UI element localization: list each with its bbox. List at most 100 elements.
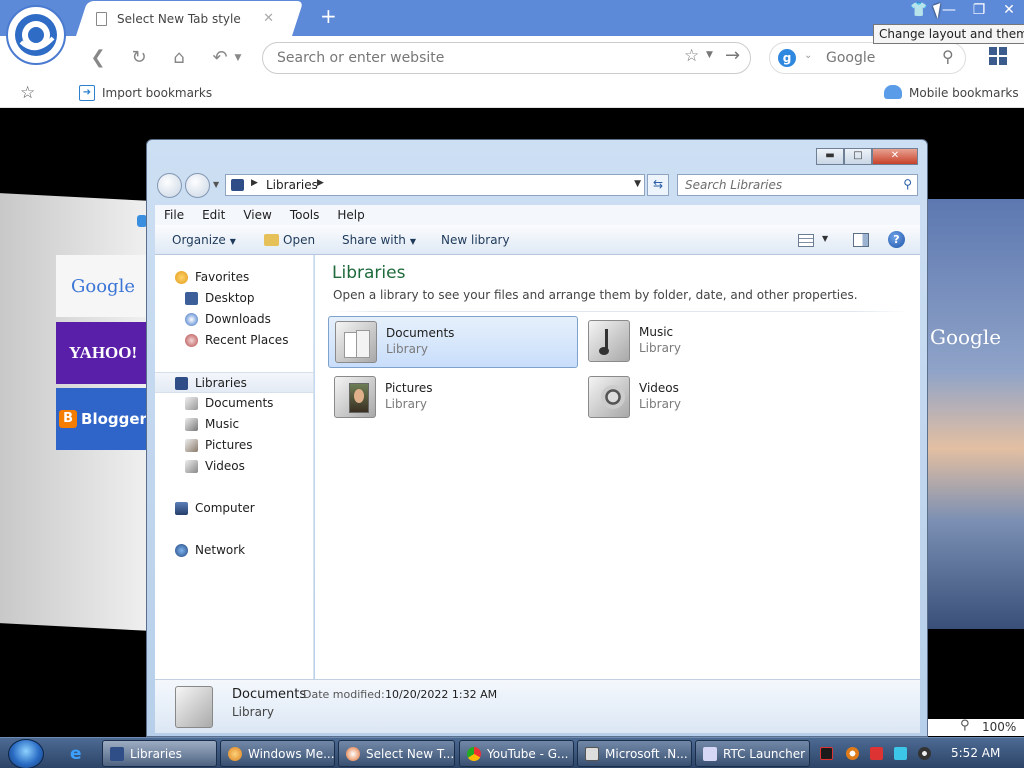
task-youtube[interactable]: YouTube - G... [459,740,574,767]
page-description: Open a library to see your files and arr… [333,288,858,302]
nav-computer[interactable]: Computer [155,498,313,519]
library-item-pictures[interactable]: Pictures Library [328,372,578,424]
go-arrow-icon[interactable]: → [725,45,740,66]
change-view-icon[interactable] [798,234,814,247]
import-bookmarks-link[interactable]: Import bookmarks [102,86,212,100]
mobile-bookmarks-link[interactable]: Mobile bookmarks [909,86,1019,100]
nav-documents[interactable]: Documents [155,393,313,414]
browser-logo[interactable] [6,5,66,65]
tray-app-icon[interactable] [820,747,833,760]
view-dropdown-icon[interactable]: ▼ [822,234,828,243]
forward-button[interactable] [185,173,210,198]
refresh-button[interactable]: ⇆ [647,174,669,196]
command-bar: Organize ▼ Open Share with ▼ New library ▼… [155,225,920,255]
chevron-down-icon: ▼ [409,237,417,246]
libraries-icon [231,179,244,191]
close-button[interactable]: ✕ [1000,2,1018,18]
explorer-search-box[interactable]: ⚲ [677,174,918,196]
bookmark-star-icon[interactable]: ☆ [684,46,699,66]
new-tab-button[interactable]: + [320,4,337,28]
nav-label: Network [195,543,246,557]
library-item-music[interactable]: Music Library [582,316,832,368]
search-bar[interactable]: g ⌄ ⚲ [769,42,966,74]
nav-favorites[interactable]: Favorites [155,267,313,288]
library-item-videos[interactable]: Videos Library [582,372,832,424]
reload-icon[interactable]: ↻ [127,46,151,70]
search-input[interactable] [826,43,936,73]
nav-music[interactable]: Music [155,414,313,435]
task-libraries[interactable]: Libraries [102,740,217,767]
share-with-button[interactable]: Share with ▼ [342,233,416,247]
search-icon[interactable]: ⚲ [942,47,954,66]
undo-dropdown-icon[interactable]: ▼ [226,46,250,70]
nav-pictures[interactable]: Pictures [155,435,313,456]
back-button[interactable] [157,173,182,198]
new-library-button[interactable]: New library [441,233,510,247]
chrome-icon [467,747,481,761]
speed-dial-yahoo[interactable]: YAHOO! [56,322,150,384]
speed-dial-blogger[interactable]: B Blogger [56,388,150,450]
browser-tab[interactable]: Select New Tab style ✕ [96,1,286,36]
path-arrow-icon[interactable]: ▶ [251,178,258,188]
nav-label: Recent Places [205,333,289,347]
open-button[interactable]: Open [283,233,315,247]
path-dropdown-icon[interactable]: ▼ [634,179,641,189]
task-select-new-tab[interactable]: Select New T... [338,740,455,767]
search-icon[interactable]: ⚲ [903,177,912,191]
restore-button[interactable]: ❐ [970,2,988,18]
task-rtc-launcher[interactable]: RTC Launcher [695,740,810,767]
tray-display-icon[interactable] [894,747,907,760]
breadcrumb-libraries[interactable]: Libraries [266,178,318,192]
back-icon[interactable]: ❮ [86,46,110,70]
zoom-indicator[interactable]: ⚲ 100% [926,718,1024,736]
start-button[interactable] [8,739,44,768]
home-icon[interactable]: ⌂ [167,46,191,70]
bookmark-dropdown-icon[interactable]: ▼ [706,50,713,60]
task-windows-media[interactable]: Windows Me... [220,740,335,767]
explorer-maximize-button[interactable]: □ [844,148,872,165]
speed-dial-right-panel [928,199,1024,629]
menu-help[interactable]: Help [328,208,373,222]
nav-label: Libraries [195,376,247,390]
menu-file[interactable]: File [155,208,193,222]
task-label: YouTube - G... [487,747,569,761]
explorer-search-input[interactable] [685,176,885,194]
clock[interactable]: 5:52 AM [951,746,1000,760]
tab-close-icon[interactable]: ✕ [263,11,274,26]
cloud-icon [884,85,902,99]
task-microsoft-net[interactable]: Microsoft .N... [577,740,692,767]
explorer-minimize-button[interactable]: ▬ [816,148,844,165]
explorer-close-button[interactable]: ✕ [872,148,918,165]
path-arrow-icon[interactable]: ▶ [317,178,324,188]
nav-videos[interactable]: Videos [155,456,313,477]
nav-downloads[interactable]: Downloads [155,309,313,330]
nav-network[interactable]: Network [155,540,313,561]
preview-pane-icon[interactable] [853,233,869,247]
tray-volume-icon[interactable] [918,747,931,760]
library-item-documents[interactable]: Documents Library [328,316,578,368]
menu-edit[interactable]: Edit [193,208,234,222]
nav-libraries[interactable]: Libraries [155,372,313,393]
internet-explorer-icon[interactable]: e [70,744,82,764]
apps-grid-icon[interactable] [989,47,1007,65]
address-bar[interactable]: ☆ ▼ → [262,42,751,74]
address-input[interactable] [277,43,657,73]
tray-search-icon[interactable] [846,747,859,760]
nav-recent-places[interactable]: Recent Places [155,330,313,351]
speed-dial-google[interactable]: Google [56,255,150,317]
speed-dial-google-right[interactable]: Google [930,325,1001,349]
recent-pages-dropdown-icon[interactable]: ▼ [213,180,219,189]
search-engine-dropdown-icon[interactable]: ⌄ [804,50,812,61]
theme-icon[interactable]: 👕 [910,2,928,18]
tray-flag-icon[interactable] [870,747,883,760]
organize-button[interactable]: Organize ▼ [172,233,236,247]
nav-desktop[interactable]: Desktop [155,288,313,309]
menu-view[interactable]: View [234,208,280,222]
search-engine-icon[interactable]: g [778,49,796,67]
blogger-label: Blogger [81,410,147,428]
help-icon[interactable]: ? [888,231,905,248]
details-modified-value: 10/20/2022 1:32 AM [385,688,498,701]
address-path-bar[interactable]: ▶ Libraries ▶ ▼ [225,174,645,196]
menu-tools[interactable]: Tools [281,208,329,222]
favorites-star-icon[interactable]: ☆ [20,83,35,103]
